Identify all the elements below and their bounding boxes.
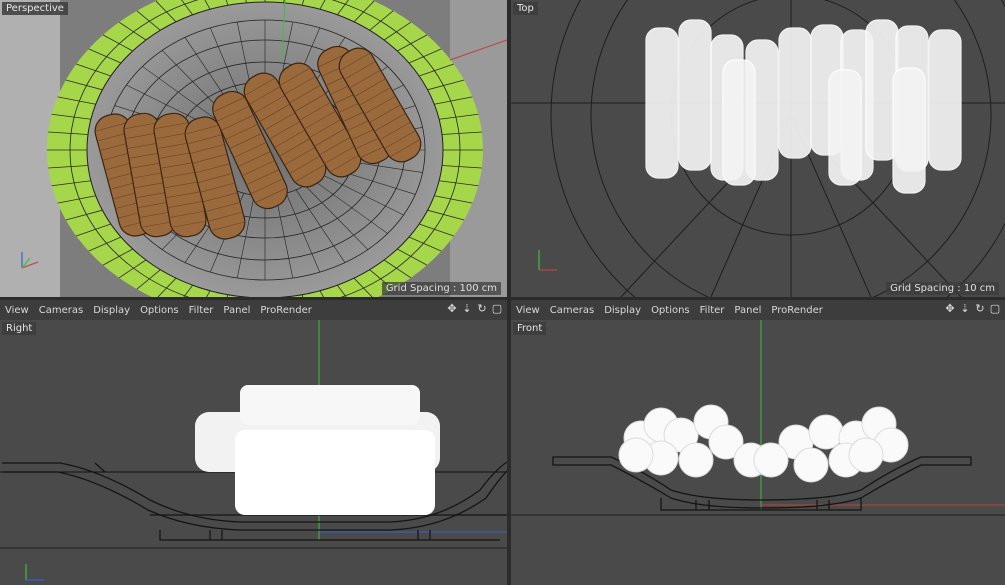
rotate-icon[interactable]: ↻	[476, 303, 488, 315]
menu-options[interactable]: Options	[651, 305, 690, 316]
viewport-title: Top	[513, 2, 538, 15]
zoom-icon[interactable]: ⇣	[959, 303, 971, 315]
menu-options[interactable]: Options	[140, 305, 179, 316]
menubar-right-view: View Cameras Display Options Filter Pane…	[0, 300, 507, 320]
viewport-top[interactable]: Top Grid Spacing : 10 cm	[511, 0, 1005, 297]
rotate-icon[interactable]: ↻	[974, 303, 986, 315]
menu-cameras[interactable]: Cameras	[550, 305, 594, 316]
maximize-icon[interactable]: ▢	[491, 303, 503, 315]
menu-panel[interactable]: Panel	[734, 305, 761, 316]
move-icon[interactable]: ✥	[446, 303, 458, 315]
zoom-icon[interactable]: ⇣	[461, 303, 473, 315]
menu-display[interactable]: Display	[93, 305, 130, 316]
perspective-canvas	[0, 0, 507, 297]
menu-prorender[interactable]: ProRender	[771, 305, 822, 316]
maximize-icon[interactable]: ▢	[989, 303, 1001, 315]
right-canvas	[0, 320, 507, 585]
menu-display[interactable]: Display	[604, 305, 641, 316]
front-canvas	[511, 320, 1005, 585]
viewport-title: Perspective	[2, 2, 68, 15]
menubar-front-view: View Cameras Display Options Filter Pane…	[511, 300, 1005, 320]
menu-panel[interactable]: Panel	[223, 305, 250, 316]
top-canvas	[511, 0, 1005, 297]
grid-spacing-label: Grid Spacing : 100 cm	[381, 282, 501, 295]
grid-spacing-label: Grid Spacing : 10 cm	[886, 282, 999, 295]
viewport-perspective[interactable]: Perspective Grid Spacing : 100 cm	[0, 0, 507, 297]
menu-filter[interactable]: Filter	[189, 305, 214, 316]
menu-filter[interactable]: Filter	[700, 305, 725, 316]
menu-prorender[interactable]: ProRender	[260, 305, 311, 316]
menu-cameras[interactable]: Cameras	[39, 305, 83, 316]
viewport-front[interactable]: Front	[511, 320, 1005, 585]
menu-view[interactable]: View	[516, 305, 540, 316]
viewport-title: Right	[2, 322, 37, 335]
move-icon[interactable]: ✥	[944, 303, 956, 315]
menu-view[interactable]: View	[5, 305, 29, 316]
viewport-title: Front	[513, 322, 547, 335]
viewport-right[interactable]: Right	[0, 320, 507, 585]
